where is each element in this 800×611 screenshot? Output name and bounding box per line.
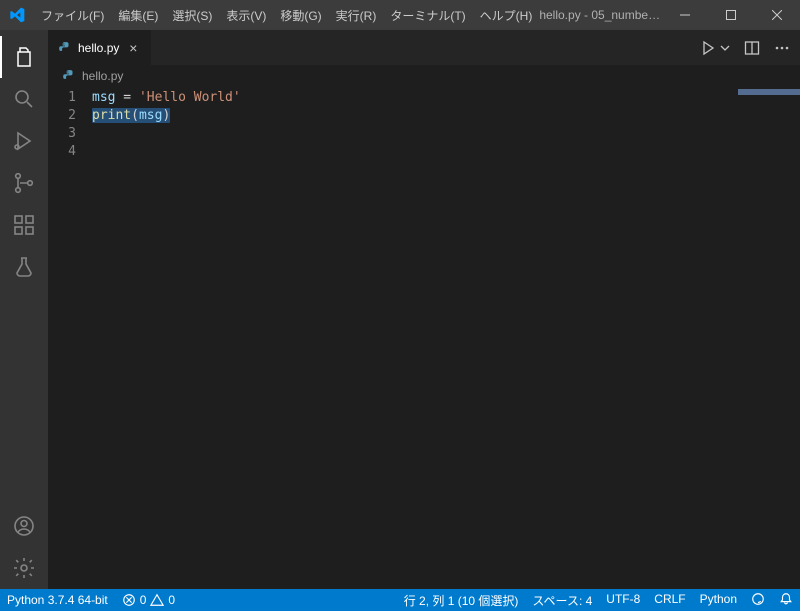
code-line: msg = 'Hello World' (92, 89, 800, 107)
status-warning-count: 0 (168, 593, 175, 607)
line-number: 3 (48, 125, 92, 143)
menu-terminal[interactable]: ターミナル(T) (383, 0, 472, 30)
status-feedback-icon[interactable] (744, 592, 772, 606)
menu-run[interactable]: 実行(R) (329, 0, 384, 30)
editor-toolbar (690, 30, 800, 65)
menu-select[interactable]: 選択(S) (165, 0, 219, 30)
menu-bar: ファイル(F) 編集(E) 選択(S) 表示(V) 移動(G) 実行(R) ター… (34, 0, 539, 30)
testing-icon[interactable] (0, 246, 48, 288)
explorer-icon[interactable] (0, 36, 48, 78)
window-title: hello.py - 05_number - Visual Studio Cod… (539, 8, 662, 22)
tab-label: hello.py (78, 41, 119, 55)
status-python-interpreter[interactable]: Python 3.7.4 64-bit (0, 589, 115, 611)
code-editor[interactable]: 1 2 3 4 msg = 'Hello World' print(msg) (48, 87, 800, 589)
line-number-gutter: 1 2 3 4 (48, 87, 92, 589)
activity-bar (0, 30, 48, 589)
main-area: hello.py × hell (0, 30, 800, 589)
vscode-logo-icon (0, 7, 34, 23)
minimap-viewport[interactable] (738, 89, 800, 95)
accounts-icon[interactable] (0, 505, 48, 547)
status-indentation[interactable]: スペース: 4 (525, 592, 599, 609)
menu-go[interactable]: 移動(G) (273, 0, 328, 30)
code-line (92, 125, 800, 143)
menu-file[interactable]: ファイル(F) (34, 0, 111, 30)
close-button[interactable] (754, 0, 800, 30)
status-language-mode[interactable]: Python (693, 592, 744, 606)
debug-icon[interactable] (0, 120, 48, 162)
tab-hello-py[interactable]: hello.py × (48, 30, 152, 65)
status-notifications-icon[interactable] (772, 592, 800, 606)
status-problems[interactable]: 0 0 (115, 589, 182, 611)
title-bar: ファイル(F) 編集(E) 選択(S) 表示(V) 移動(G) 実行(R) ター… (0, 0, 800, 30)
settings-gear-icon[interactable] (0, 547, 48, 589)
breadcrumb[interactable]: hello.py (48, 65, 800, 87)
editor-tabs: hello.py × (48, 30, 800, 65)
menu-view[interactable]: 表示(V) (219, 0, 273, 30)
code-line: print(msg) (92, 107, 800, 125)
status-encoding[interactable]: UTF-8 (599, 592, 647, 606)
editor-area: hello.py × hell (48, 30, 800, 589)
line-number: 2 (48, 107, 92, 125)
tab-close-icon[interactable]: × (125, 40, 141, 56)
minimap[interactable] (710, 87, 800, 589)
error-icon (122, 593, 136, 607)
window-controls (662, 0, 800, 30)
status-cursor-position[interactable]: 行 2, 列 1 (10 個選択) (397, 592, 526, 609)
extensions-icon[interactable] (0, 204, 48, 246)
status-error-count: 0 (140, 593, 147, 607)
split-editor-icon[interactable] (744, 40, 760, 56)
maximize-button[interactable] (708, 0, 754, 30)
menu-edit[interactable]: 編集(E) (111, 0, 165, 30)
line-number: 4 (48, 143, 92, 161)
run-file-icon[interactable] (700, 40, 716, 56)
code-line (92, 143, 800, 161)
python-file-icon (62, 69, 76, 83)
python-file-icon (58, 41, 72, 55)
source-control-icon[interactable] (0, 162, 48, 204)
warning-icon (150, 593, 164, 607)
chevron-down-icon[interactable] (720, 43, 730, 53)
more-actions-icon[interactable] (774, 40, 790, 56)
status-eol[interactable]: CRLF (647, 592, 692, 606)
line-number: 1 (48, 89, 92, 107)
minimize-button[interactable] (662, 0, 708, 30)
search-icon[interactable] (0, 78, 48, 120)
status-bar: Python 3.7.4 64-bit 0 0 行 2, 列 1 (10 個選択… (0, 589, 800, 611)
code-content[interactable]: msg = 'Hello World' print(msg) (92, 87, 800, 589)
menu-help[interactable]: ヘルプ(H) (473, 0, 540, 30)
breadcrumb-file: hello.py (82, 69, 123, 83)
